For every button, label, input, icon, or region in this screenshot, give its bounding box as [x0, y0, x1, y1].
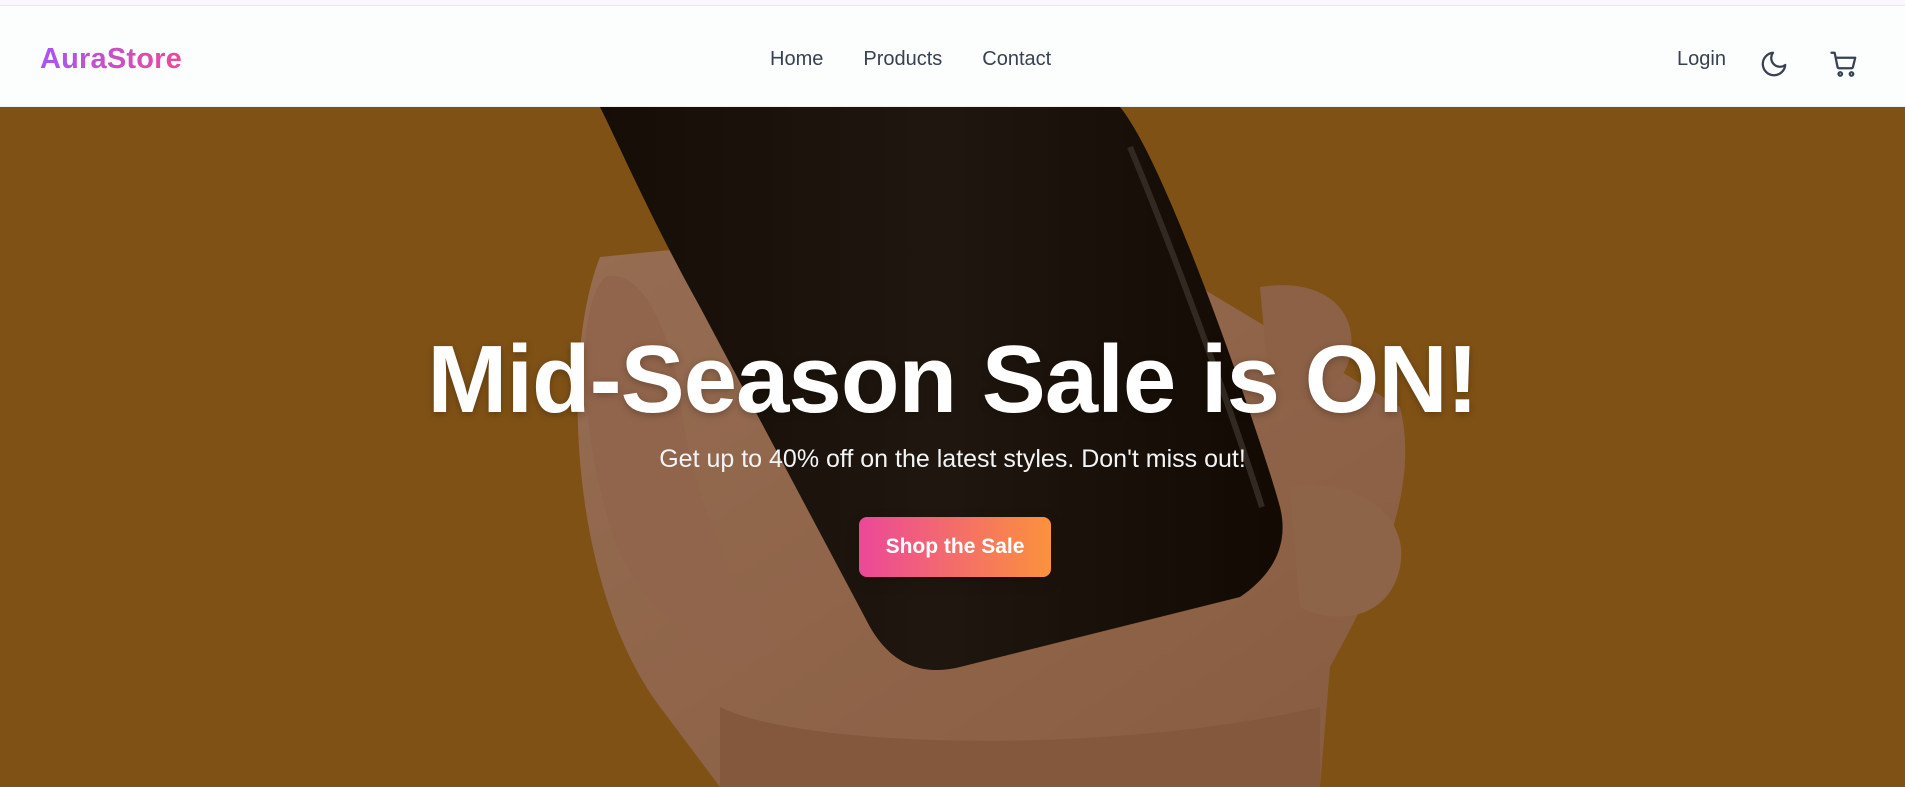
hero-title: Mid-Season Sale is ON!	[427, 326, 1478, 433]
nav-link-contact[interactable]: Contact	[982, 44, 1051, 74]
login-link[interactable]: Login	[1677, 44, 1726, 74]
cart-button[interactable]	[1826, 46, 1862, 82]
hero-subtitle: Get up to 40% off on the latest styles. …	[659, 445, 1246, 473]
shop-the-sale-button[interactable]: Shop the Sale	[859, 517, 1051, 577]
moon-icon	[1761, 51, 1787, 77]
theme-toggle-button[interactable]	[1756, 46, 1792, 82]
nav-link-products[interactable]: Products	[863, 44, 942, 74]
hero-banner: Mid-Season Sale is ON! Get up to 40% off…	[0, 107, 1905, 787]
nav-link-home[interactable]: Home	[770, 44, 823, 74]
shopping-cart-icon	[1830, 51, 1857, 77]
navbar: AuraStore Home Products Contact Login	[0, 6, 1905, 107]
brand-logo[interactable]: AuraStore	[40, 40, 182, 78]
main-nav: Home Products Contact	[770, 44, 1051, 74]
